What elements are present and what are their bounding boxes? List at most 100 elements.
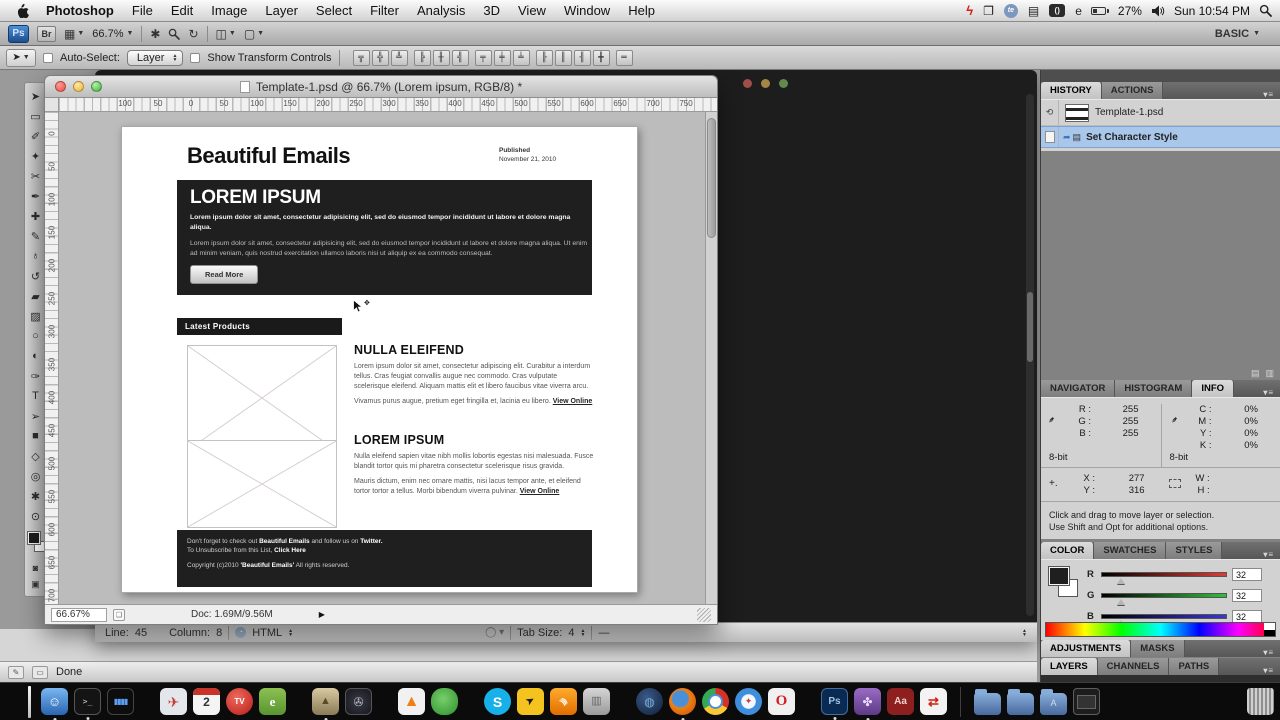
- path-selection-tool[interactable]: ➢: [25, 406, 46, 426]
- tool-preset-picker[interactable]: ➤▼: [6, 49, 36, 67]
- adjustments-panel-menu-icon[interactable]: ▾≡: [1263, 648, 1280, 657]
- auto-align-layers-button[interactable]: ═: [616, 50, 633, 66]
- dock-opera[interactable]: O: [768, 688, 795, 715]
- history-tab-history[interactable]: HISTORY: [1041, 82, 1102, 99]
- align-horizontal-centers-button[interactable]: ╫: [433, 50, 450, 66]
- navigator-tab-histogram[interactable]: HISTOGRAM: [1115, 380, 1192, 397]
- color-slider-track[interactable]: [1101, 593, 1227, 598]
- rotate-view-button[interactable]: ↻: [188, 27, 198, 41]
- tab-size-stepper[interactable]: ▲▼: [580, 629, 585, 637]
- dock-calendar[interactable]: 2: [193, 688, 220, 715]
- menu-filter[interactable]: Filter: [361, 3, 408, 18]
- tab-size-value[interactable]: 4: [568, 627, 574, 639]
- blur-tool[interactable]: ○: [25, 326, 46, 346]
- menu-image[interactable]: Image: [202, 3, 256, 18]
- zoom-tool-button[interactable]: [168, 28, 180, 40]
- align-bottom-edges-button[interactable]: ╩: [391, 50, 408, 66]
- navigator-tab-info[interactable]: INFO: [1192, 380, 1234, 397]
- color-value-field[interactable]: 32: [1232, 589, 1262, 602]
- zoom-level-select[interactable]: 66.7%▼: [92, 28, 133, 40]
- resize-grip[interactable]: [697, 608, 711, 622]
- menu-file[interactable]: File: [123, 3, 162, 18]
- ruler-origin-box[interactable]: [45, 98, 59, 112]
- align-top-edges-button[interactable]: ╦: [353, 50, 370, 66]
- color-slider-track[interactable]: [1101, 614, 1227, 619]
- drive-icon[interactable]: ▤: [1028, 4, 1039, 18]
- layers-tab-channels[interactable]: CHANNELS: [1098, 658, 1170, 675]
- dock-adium[interactable]: [431, 688, 458, 715]
- hand-tool-button[interactable]: ✱: [150, 27, 160, 41]
- dodge-tool[interactable]: ◐: [25, 346, 46, 366]
- menu-photoshop[interactable]: Photoshop: [37, 3, 123, 18]
- canvas-scrollbar-thumb[interactable]: [707, 118, 716, 238]
- dock-twitterrific[interactable]: ➤: [517, 688, 544, 715]
- dock-istat-menus[interactable]: ▮▮▮▮: [107, 688, 134, 715]
- flash-icon[interactable]: ϟ: [966, 3, 973, 18]
- foreground-color-swatch[interactable]: [1049, 567, 1069, 585]
- color-panel-menu-icon[interactable]: ▾≡: [1263, 550, 1280, 559]
- horizontal-ruler[interactable]: 1005005010015020025030035040045050055060…: [59, 98, 717, 112]
- te-circle-icon[interactable]: te: [1004, 4, 1018, 18]
- move-tool[interactable]: ➤: [25, 86, 46, 106]
- distribute-vertical-button[interactable]: ╪: [494, 50, 511, 66]
- dock-display-window[interactable]: [1073, 688, 1100, 715]
- document-titlebar[interactable]: Template-1.psd @ 66.7% (Lorem ipsum, RGB…: [45, 76, 717, 98]
- menu-help[interactable]: Help: [619, 3, 664, 18]
- zoom-button[interactable]: [91, 81, 102, 92]
- menu-analysis[interactable]: Analysis: [408, 3, 474, 18]
- brackets-icon[interactable]: (): [1049, 4, 1065, 17]
- black-swatch[interactable]: [1264, 630, 1275, 637]
- collapse-list-icon[interactable]: ▥: [1265, 368, 1274, 379]
- dock-mailplane[interactable]: ✈: [160, 688, 187, 715]
- 3d-orbit-tool[interactable]: ◎: [25, 466, 46, 486]
- code-scrollbar[interactable]: [1026, 94, 1034, 616]
- history-snapshot-row[interactable]: ⟲ Template-1.psd: [1041, 100, 1280, 126]
- menu-select[interactable]: Select: [307, 3, 361, 18]
- distribute-spacing-button[interactable]: ╋: [593, 50, 610, 66]
- eraser-tool[interactable]: ▰: [25, 286, 46, 306]
- align-left-edges-button[interactable]: ╠: [414, 50, 431, 66]
- dock-imovie[interactable]: ✇: [345, 688, 372, 715]
- history-brush-tool[interactable]: ↺: [25, 266, 46, 286]
- minimize-button[interactable]: [73, 81, 84, 92]
- evernote-menu-icon[interactable]: e: [1075, 4, 1082, 18]
- menu-layer[interactable]: Layer: [256, 3, 307, 18]
- code-scrollbar-thumb[interactable]: [1027, 292, 1033, 362]
- history-panel-menu-icon[interactable]: ▾≡: [1263, 90, 1280, 99]
- dock-flash-app[interactable]: Aa: [887, 688, 914, 715]
- quick-selection-tool[interactable]: ✦: [25, 146, 46, 166]
- screen-mode-toggle[interactable]: ▣: [25, 576, 46, 592]
- color-value-field[interactable]: 32: [1232, 568, 1262, 581]
- screen-mode-button[interactable]: ▢▼: [244, 27, 264, 41]
- target-icon[interactable]: ◯ ▾: [485, 627, 504, 638]
- page-preview-icon[interactable]: ❏: [113, 609, 125, 621]
- battery-icon[interactable]: [1091, 7, 1109, 15]
- lasso-tool[interactable]: ✐: [25, 126, 46, 146]
- dock-iphoto[interactable]: ▲: [312, 688, 339, 715]
- vertical-ruler[interactable]: 0501001502002503003504004505005506006507…: [45, 112, 59, 604]
- distribute-bottom-button[interactable]: ╧: [513, 50, 530, 66]
- zoom-button[interactable]: [779, 79, 788, 88]
- show-transform-checkbox[interactable]: [190, 53, 200, 63]
- menu-window[interactable]: Window: [555, 3, 619, 18]
- window-ruler-icon[interactable]: ▭: [32, 666, 48, 679]
- dock-skype[interactable]: S: [484, 688, 511, 715]
- adjustments-tab-masks[interactable]: MASKS: [1131, 640, 1184, 657]
- menu-view[interactable]: View: [509, 3, 555, 18]
- menu-edit[interactable]: Edit: [162, 3, 202, 18]
- dock-firefox[interactable]: [669, 688, 696, 715]
- scroll-stepper[interactable]: ▲▼: [1022, 629, 1027, 637]
- history-source-well[interactable]: [1041, 127, 1059, 147]
- clone-stamp-tool[interactable]: ♁: [25, 246, 46, 266]
- dock-vlc[interactable]: ▲: [398, 688, 425, 715]
- collapse-grid-icon[interactable]: ▤: [1251, 368, 1260, 379]
- distribute-right-button[interactable]: ╢: [574, 50, 591, 66]
- healing-brush-tool[interactable]: ✚: [25, 206, 46, 226]
- status-options-arrow[interactable]: ▶: [319, 610, 325, 619]
- menubar-clock[interactable]: Sun 10:54 PM: [1174, 4, 1250, 18]
- hand-tool[interactable]: ✱: [25, 486, 46, 506]
- distribute-top-button[interactable]: ╤: [475, 50, 492, 66]
- dock-folder-applications[interactable]: A: [1040, 693, 1067, 715]
- layers-tab-layers[interactable]: LAYERS: [1041, 658, 1098, 675]
- apple-menu-icon[interactable]: [8, 3, 37, 18]
